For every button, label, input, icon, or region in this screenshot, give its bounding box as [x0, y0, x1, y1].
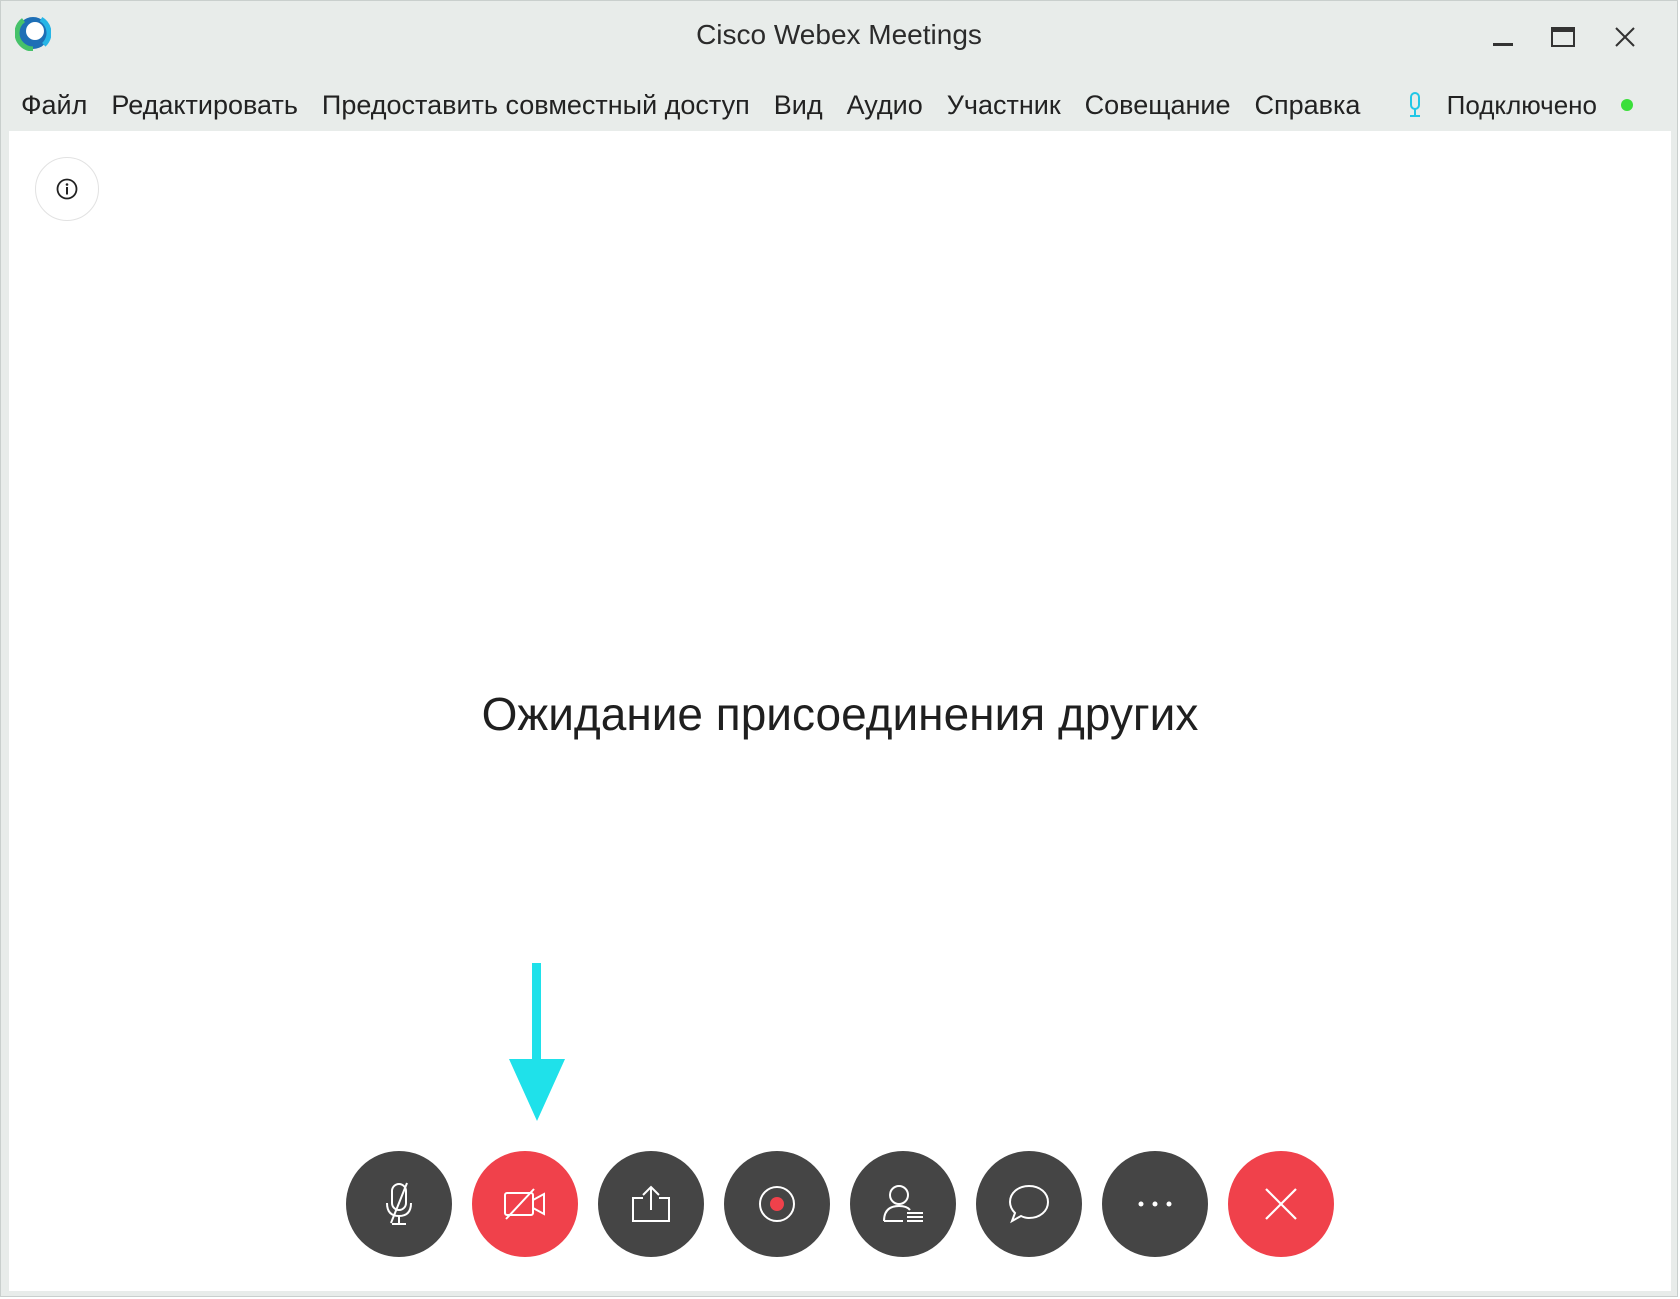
leave-meeting-icon [1265, 1188, 1297, 1220]
window-title: Cisco Webex Meetings [696, 19, 982, 50]
status-dot [1621, 99, 1633, 111]
info-icon [56, 178, 78, 200]
chat-icon [1008, 1184, 1050, 1224]
close-icon [1615, 27, 1635, 47]
participants-icon [883, 1185, 923, 1222]
menu-audio[interactable]: Аудио [847, 90, 923, 121]
chat-button[interactable] [976, 1151, 1082, 1257]
participants-button[interactable] [850, 1151, 956, 1257]
menu-view[interactable]: Вид [774, 90, 823, 121]
menu-participant[interactable]: Участник [947, 90, 1061, 121]
menu-file[interactable]: Файл [21, 90, 87, 121]
menu-edit[interactable]: Редактировать [111, 90, 298, 121]
menu-items: Файл Редактировать Предоставить совместн… [1, 90, 1384, 121]
maximize-icon [1551, 27, 1575, 47]
share-icon [632, 1185, 670, 1222]
menu-share[interactable]: Предоставить совместный доступ [322, 90, 750, 121]
menu-help[interactable]: Справка [1254, 90, 1360, 121]
more-icon [1138, 1201, 1172, 1207]
maximize-button[interactable] [1539, 13, 1587, 61]
title-bar: Cisco Webex Meetings [1, 1, 1677, 79]
connection-status: Подключено [1407, 79, 1633, 131]
record-button[interactable] [724, 1151, 830, 1257]
meeting-info-button[interactable] [35, 157, 99, 221]
annotation-arrow-icon [507, 963, 567, 1121]
video-off-icon [504, 1188, 545, 1220]
app-window: Cisco Webex Meetings Файл Редактировать … [0, 0, 1678, 1297]
minimize-icon [1493, 43, 1513, 46]
meeting-controls [346, 1151, 1334, 1257]
menu-bar: Файл Редактировать Предоставить совместн… [1, 79, 1677, 131]
microphone-muted-icon [386, 1182, 412, 1225]
record-icon [759, 1186, 795, 1222]
share-button[interactable] [598, 1151, 704, 1257]
stop-video-button[interactable] [472, 1151, 578, 1257]
status-text: Подключено [1446, 89, 1597, 120]
close-button[interactable] [1601, 13, 1649, 61]
more-options-button[interactable] [1102, 1151, 1208, 1257]
menu-meeting[interactable]: Совещание [1085, 90, 1231, 121]
mute-button[interactable] [346, 1151, 452, 1257]
minimize-button[interactable] [1479, 13, 1527, 61]
waiting-message: Ожидание присоединения других [481, 688, 1199, 740]
leave-meeting-button[interactable] [1228, 1151, 1334, 1257]
meeting-stage: Ожидание присоединения других [9, 131, 1671, 1291]
microphone-icon [1407, 91, 1423, 119]
